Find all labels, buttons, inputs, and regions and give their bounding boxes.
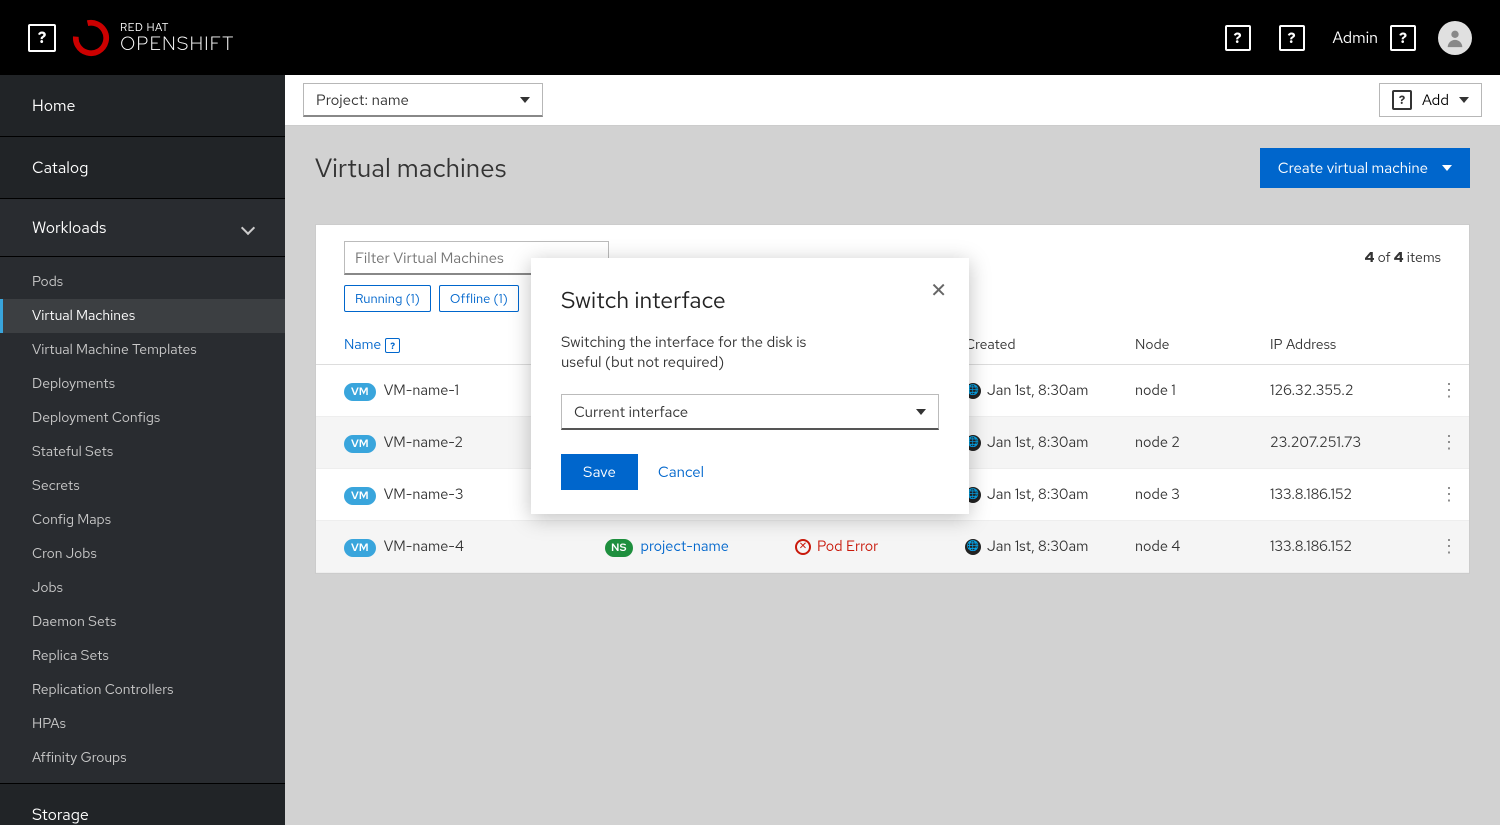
interface-select[interactable]: Current interface [561,394,939,430]
modal-body: Switching the interface for the disk is … [561,332,841,372]
modal-overlay: ✕ Switch interface Switching the interfa… [0,0,1500,825]
save-button[interactable]: Save [561,454,638,490]
switch-interface-modal: ✕ Switch interface Switching the interfa… [531,258,969,514]
close-icon[interactable]: ✕ [930,278,947,304]
cancel-button[interactable]: Cancel [658,462,704,482]
caret-down-icon [916,409,926,415]
modal-title: Switch interface [561,286,939,316]
